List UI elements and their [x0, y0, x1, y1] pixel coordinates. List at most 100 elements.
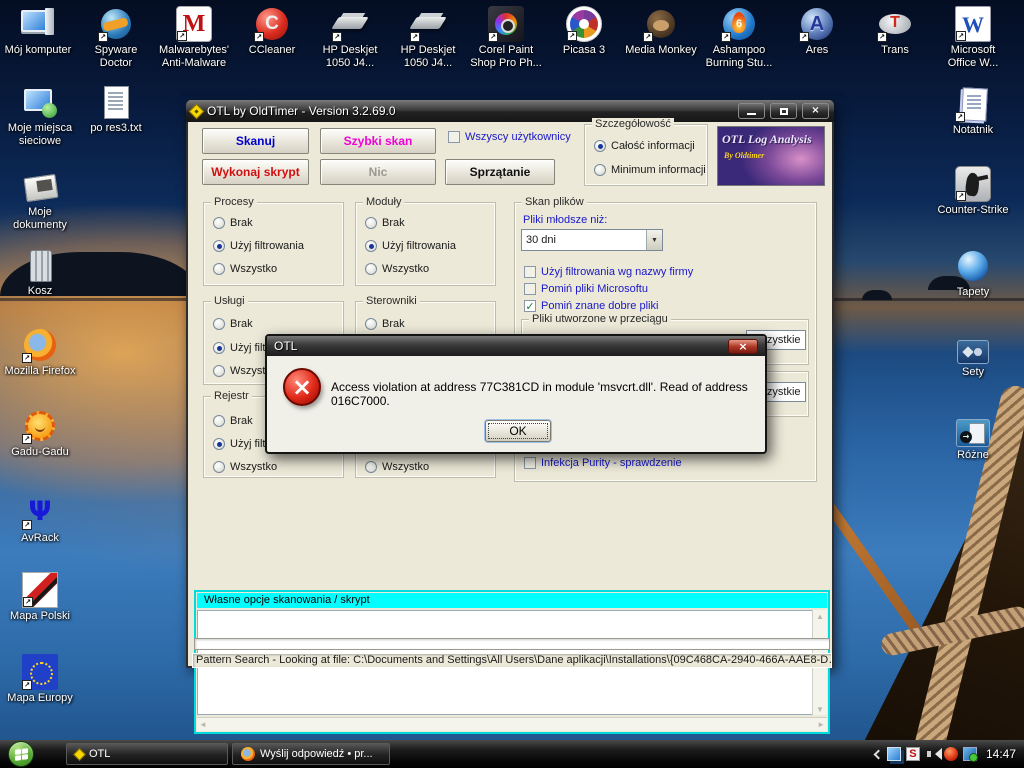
- network-tray-icon[interactable]: [887, 747, 901, 761]
- desktop-icon-ccleaner[interactable]: CCleaner: [234, 6, 310, 57]
- scroll-down-icon[interactable]: ▼: [813, 705, 827, 715]
- desktop-icon-picasa[interactable]: Picasa 3: [546, 6, 622, 57]
- windows-logo-icon: [15, 748, 28, 761]
- scan-button[interactable]: Skanuj: [202, 128, 309, 154]
- shortcut-arrow-icon: [799, 32, 809, 42]
- filter-company-checkbox[interactable]: Użyj filtrowania wg nazwy firmy: [524, 265, 693, 279]
- desktop-icon-my-documents[interactable]: Moje dokumenty: [2, 168, 78, 232]
- desktop-icon-label: Ares: [779, 44, 855, 57]
- antivirus-tray-icon[interactable]: [944, 747, 958, 761]
- radio-extra-wszystko[interactable]: Wszystko: [365, 460, 429, 474]
- tapety-icon: [955, 248, 991, 284]
- radio-rejestr-brak[interactable]: Brak: [213, 414, 253, 428]
- media-monkey-icon: [643, 6, 679, 42]
- purity-checkbox[interactable]: Infekcja Purity - sprawdzenie: [524, 456, 682, 470]
- scroll-right-icon[interactable]: ►: [817, 720, 825, 730]
- desktop-icon-network-places[interactable]: Moje miejsca sieciowe: [2, 84, 78, 148]
- word-icon: [955, 6, 991, 42]
- error-dialog-close-button[interactable]: ×: [728, 339, 758, 354]
- radio-icon: [365, 318, 377, 330]
- my-computer-icon: [20, 6, 56, 42]
- scroll-up-icon[interactable]: ▲: [813, 612, 827, 622]
- desktop-icon-tapety[interactable]: Tapety: [935, 248, 1011, 299]
- desktop-icon-malwarebytes[interactable]: Malwarebytes' Anti-Malware: [156, 6, 232, 70]
- desktop-icon-hp-deskjet-2[interactable]: HP Deskjet 1050 J4...: [390, 6, 466, 70]
- close-button[interactable]: ×: [802, 103, 829, 119]
- desktop-icon-notatnik[interactable]: Notatnik: [935, 86, 1011, 137]
- desktop-icon-label: Tapety: [935, 286, 1011, 299]
- radio-moduly-brak[interactable]: Brak: [365, 216, 405, 230]
- firefox-task-icon: [241, 747, 255, 761]
- shortcut-arrow-icon: [877, 32, 887, 42]
- desktop-icon-mapa-polski[interactable]: Mapa Polski: [2, 572, 78, 623]
- taskbar-task-otl[interactable]: OTL: [66, 743, 228, 765]
- desktop-icon-ares[interactable]: Ares: [779, 6, 855, 57]
- desktop-icon-ashampoo[interactable]: Ashampoo Burning Stu...: [701, 6, 777, 70]
- radio-min-info[interactable]: Minimum informacji: [594, 163, 706, 177]
- cleanup-button[interactable]: Sprzątanie: [445, 159, 555, 185]
- desktop-icon-my-computer[interactable]: Mój komputer: [0, 6, 76, 57]
- start-button[interactable]: [8, 741, 34, 767]
- maximize-button[interactable]: [770, 103, 797, 119]
- updates-tray-icon[interactable]: [963, 747, 977, 761]
- radio-procesy-filtr[interactable]: Użyj filtrowania: [213, 239, 304, 253]
- desktop-icon-firefox[interactable]: Mozilla Firefox: [2, 327, 78, 378]
- all-users-checkbox[interactable]: Wszyscy użytkownicy: [448, 130, 571, 144]
- dropdown-arrow-icon[interactable]: ▼: [646, 230, 662, 250]
- radio-icon: [365, 263, 377, 275]
- desktop-icon-gadu-gadu[interactable]: Gadu-Gadu: [2, 408, 78, 459]
- error-dialog-titlebar[interactable]: OTL ×: [267, 336, 765, 356]
- desktop-icon-spyware-doctor[interactable]: Spyware Doctor: [78, 6, 154, 70]
- progress-bar: [194, 638, 830, 650]
- desktop-icon-counter-strike[interactable]: Counter-Strike: [935, 166, 1011, 217]
- shortcut-arrow-icon: [567, 31, 577, 41]
- desktop-icon-media-monkey[interactable]: Media Monkey: [623, 6, 699, 57]
- desktop-icon-label: Counter-Strike: [935, 204, 1011, 217]
- skip-microsoft-checkbox[interactable]: Pomiń pliki Microsoftu: [524, 282, 648, 296]
- system-tray: S 14:47: [875, 740, 1020, 768]
- tray-collapse-icon[interactable]: [874, 749, 884, 759]
- desktop-icon-rozne[interactable]: Różne: [935, 414, 1011, 462]
- taskbar-task-firefox[interactable]: Wyślij odpowiedź • pr...: [232, 743, 390, 765]
- radio-uslugi-brak[interactable]: Brak: [213, 317, 253, 331]
- desktop-icon-corel[interactable]: Corel Paint Shop Pro Ph...: [468, 6, 544, 70]
- radio-label: Użyj filtrowania: [382, 240, 456, 252]
- radio-rejestr-wszystko[interactable]: Wszystko: [213, 460, 277, 474]
- quick-scan-button[interactable]: Szybki skan: [320, 128, 436, 154]
- gadu-gadu-icon: [22, 408, 58, 444]
- desktop-icon-hp-deskjet-1[interactable]: HP Deskjet 1050 J4...: [312, 6, 388, 70]
- radio-label: Wszystko: [230, 461, 277, 473]
- radio-icon: [213, 342, 225, 354]
- radio-procesy-wszystko[interactable]: Wszystko: [213, 262, 277, 276]
- desktop-icon-recycle-bin[interactable]: Kosz: [2, 247, 78, 298]
- scroll-left-icon[interactable]: ◄: [199, 720, 207, 730]
- desktop-icon-avrack[interactable]: AvRack: [2, 494, 78, 545]
- volume-tray-icon[interactable]: [925, 747, 939, 761]
- radio-icon: [213, 240, 225, 252]
- skip-known-good-checkbox[interactable]: Pomiń znane dobre pliki: [524, 299, 658, 313]
- ok-button[interactable]: OK: [485, 420, 551, 442]
- run-script-button[interactable]: Wykonaj skrypt: [202, 159, 309, 185]
- radio-procesy-brak[interactable]: Brak: [213, 216, 253, 230]
- age-dropdown[interactable]: 30 dni ▼: [521, 229, 663, 251]
- horizontal-scrollbar[interactable]: ◄►: [197, 717, 827, 731]
- group-title: Skan plików: [522, 196, 587, 208]
- shortcut-arrow-icon: [98, 32, 108, 42]
- radio-full-info[interactable]: Całość informacji: [594, 139, 695, 153]
- radio-sterowniki-brak[interactable]: Brak: [365, 317, 405, 331]
- desktop-icon-sety[interactable]: Sety: [935, 332, 1011, 379]
- radio-moduly-filtr[interactable]: Użyj filtrowania: [365, 239, 456, 253]
- group-title: Pliki utworzone w przeciągu: [529, 313, 671, 325]
- sety-icon: [957, 340, 989, 364]
- desktop-icon-po-res3-txt[interactable]: po res3.txt: [78, 84, 154, 135]
- desktop-icon-mapa-europy[interactable]: Mapa Europy: [2, 654, 78, 705]
- radio-moduly-wszystko[interactable]: Wszystko: [365, 262, 429, 276]
- minimize-button[interactable]: [738, 103, 765, 119]
- desktop-icon-word[interactable]: Microsoft Office W...: [935, 6, 1011, 70]
- spyware-doctor-tray-icon[interactable]: S: [906, 747, 920, 761]
- desktop-icon-trans[interactable]: Trans: [857, 6, 933, 57]
- none-button[interactable]: Nic: [320, 159, 436, 185]
- desktop-icon-label: Media Monkey: [623, 44, 699, 57]
- shortcut-arrow-icon: [22, 353, 32, 363]
- otl-titlebar[interactable]: OTL by OldTimer - Version 3.2.69.0 ×: [186, 100, 834, 122]
